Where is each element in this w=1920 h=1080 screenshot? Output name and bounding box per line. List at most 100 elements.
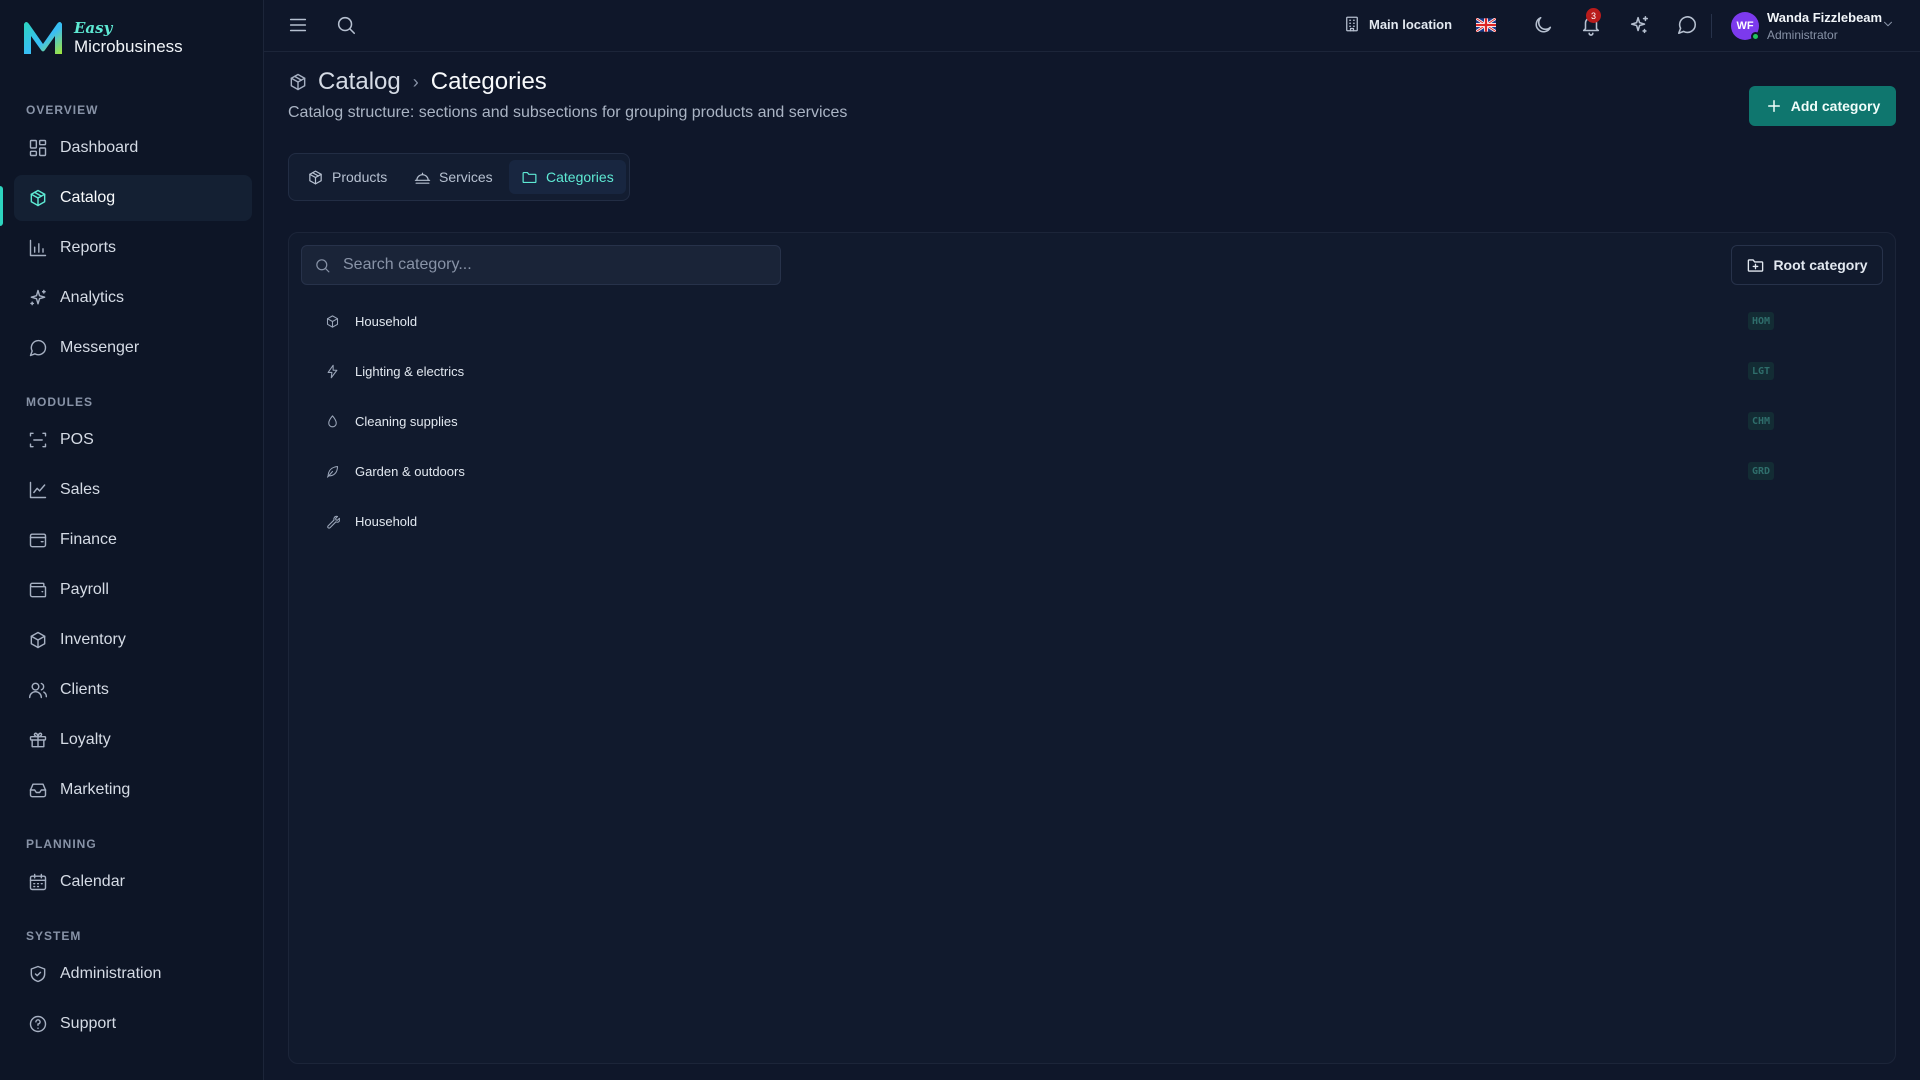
category-name: Household [355, 313, 418, 329]
lightning-icon [321, 360, 343, 382]
brand-name: Microbusiness [74, 37, 183, 56]
pos-icon [29, 432, 47, 448]
categories-panel: Root category Household HOM Lighting & e… [288, 232, 1896, 1064]
dashboard-icon [29, 139, 47, 157]
sidebar-item-inventory[interactable]: Inventory [14, 617, 252, 663]
shield-icon [30, 965, 46, 983]
sidebar-item-finance[interactable]: Finance [14, 517, 252, 563]
list-item[interactable]: Garden & outdoors GRD [313, 451, 1873, 491]
app-logo[interactable]: Easy Microbusiness [20, 18, 183, 58]
sidebar-item-label: Reports [60, 239, 117, 256]
leaf-icon [321, 460, 343, 482]
droplet-icon [321, 410, 343, 432]
topbar-divider [1711, 14, 1712, 38]
category-name: Garden & outdoors [355, 463, 465, 479]
uk-flag-icon[interactable] [1476, 18, 1496, 32]
tab-products[interactable]: Products [295, 160, 399, 194]
chat-button[interactable] [1676, 14, 1700, 38]
add-category-label: Add category [1790, 98, 1881, 114]
tab-categories[interactable]: Categories [509, 160, 626, 194]
chevron-down-icon[interactable] [1881, 17, 1895, 31]
tab-services[interactable]: Services [402, 160, 505, 194]
menu-toggle-button[interactable] [287, 14, 311, 38]
sidebar-item-label: Calendar [60, 873, 125, 890]
folder-icon [522, 171, 537, 183]
ai-assistant-button[interactable] [1628, 14, 1652, 38]
list-item[interactable]: Household HOM [313, 301, 1873, 341]
location-selector[interactable]: Main location [1343, 15, 1452, 33]
sidebar-item-clients[interactable]: Clients [14, 667, 252, 713]
sidebar-item-label: Sales [60, 481, 101, 498]
category-search[interactable] [301, 245, 781, 285]
sidebar-item-label: POS [60, 431, 94, 448]
root-category-button[interactable]: Root category [1731, 245, 1883, 285]
package-icon [321, 310, 343, 332]
chat-icon [1677, 16, 1697, 35]
sparkles-icon [1630, 15, 1649, 34]
add-category-button[interactable]: Add category [1749, 86, 1896, 126]
sidebar-item-label: Analytics [60, 289, 125, 306]
tab-label: Products [332, 169, 388, 185]
sidebar-item-sales[interactable]: Sales [14, 467, 252, 513]
breadcrumb-separator: › [412, 71, 419, 92]
box-icon [309, 170, 322, 184]
category-name: Cleaning supplies [355, 413, 458, 429]
search-input[interactable] [343, 256, 780, 274]
sidebar-item-label: Administration [60, 965, 162, 982]
list-item[interactable]: Lighting & electrics LGT [313, 351, 1873, 391]
payroll-icon [29, 582, 47, 598]
user-role: Administrator [1767, 28, 1838, 42]
page-subtitle: Catalog structure: sections and subsecti… [288, 104, 848, 121]
sidebar-item-payroll[interactable]: Payroll [14, 567, 252, 613]
sidebar-item-marketing[interactable]: Marketing [14, 767, 252, 813]
sidebar-item-label: Inventory [60, 631, 126, 648]
user-name[interactable]: Wanda Fizzlebeam [1767, 10, 1882, 25]
sidebar-item-messenger[interactable]: Messenger [14, 325, 252, 371]
brand-tagline: Easy [74, 19, 113, 37]
reports-icon [29, 239, 47, 257]
moon-icon [1535, 16, 1552, 33]
avatar[interactable]: WF [1731, 12, 1760, 41]
nav-section-modules: MODULES [26, 395, 93, 409]
list-item[interactable]: Cleaning supplies CHM [313, 401, 1873, 441]
sidebar-item-pos[interactable]: POS [14, 417, 252, 463]
list-item[interactable]: Household [313, 501, 1873, 541]
theme-toggle-button[interactable] [1532, 14, 1556, 38]
sidebar-item-support[interactable]: Support [14, 1001, 252, 1047]
sidebar-item-reports[interactable]: Reports [14, 225, 252, 271]
nav-section-planning: PLANNING [26, 837, 97, 851]
menu-icon [289, 18, 307, 32]
sidebar-item-catalog[interactable]: Catalog [14, 175, 252, 221]
sidebar-item-label: Clients [60, 681, 109, 698]
search-icon [316, 258, 330, 272]
sidebar-item-label: Dashboard [60, 139, 139, 156]
global-search-button[interactable] [335, 14, 359, 38]
sidebar-item-label: Finance [60, 531, 117, 548]
sidebar-item-dashboard[interactable]: Dashboard [14, 125, 252, 171]
notification-badge: 3 [1586, 8, 1601, 23]
analytics-icon [30, 289, 46, 306]
sidebar-item-label: Messenger [60, 339, 140, 356]
breadcrumb-catalog-link[interactable]: Catalog [318, 68, 401, 96]
sidebar: Easy Microbusiness OVERVIEW Dashboard Ca… [0, 0, 264, 1080]
nav-section-overview: OVERVIEW [26, 103, 99, 117]
building-icon [1346, 16, 1358, 32]
sidebar-item-administration[interactable]: Administration [14, 951, 252, 997]
logo-icon [24, 22, 62, 54]
sidebar-item-calendar[interactable]: Calendar [14, 859, 252, 905]
services-icon [414, 172, 431, 184]
breadcrumb: Catalog › Categories [288, 68, 547, 96]
finance-icon [29, 533, 47, 548]
sidebar-item-loyalty[interactable]: Loyalty [14, 717, 252, 763]
sidebar-item-analytics[interactable]: Analytics [14, 275, 252, 321]
sidebar-item-label: Catalog [60, 189, 116, 206]
avatar-initials: WF [1736, 20, 1754, 32]
category-code-badge: LGT [1748, 362, 1775, 380]
clients-icon [28, 682, 48, 699]
sidebar-item-label: Support [60, 1015, 117, 1032]
category-code-badge: HOM [1748, 312, 1775, 330]
page-title: Categories [430, 68, 547, 95]
sidebar-item-label: Loyalty [60, 731, 111, 748]
marketing-icon [29, 783, 47, 798]
sidebar-item-label: Marketing [60, 781, 131, 798]
